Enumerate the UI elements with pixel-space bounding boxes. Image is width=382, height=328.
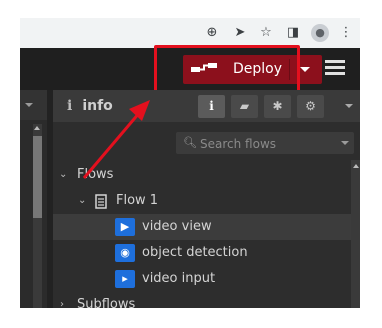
subflows-label: Subflows [77,297,136,308]
sidebar-title: i info [67,90,113,122]
more-icon[interactable]: ⋮ [337,24,355,42]
tab-config[interactable]: ⚙ [297,95,324,118]
video-view-icon: ▶ [115,218,135,236]
chevron-down-icon[interactable]: ⌄ [78,188,86,214]
sidebar-header: i info i ▰ ✱ ⚙ [53,90,360,122]
send-icon[interactable]: ➤ [231,24,249,42]
flow-1-label: Flow 1 [116,193,159,208]
node-label: object detection [142,245,248,260]
tree-row-flow-1[interactable]: ⌄ Flow 1 [53,188,351,214]
node-label: video input [142,271,216,286]
scroll-up-icon[interactable] [34,126,40,130]
chevron-right-icon[interactable]: › [60,292,64,308]
search-input[interactable] [198,134,332,154]
sidebar-scrollbar[interactable] [351,160,360,308]
tab-info[interactable]: i [198,95,225,118]
profile-icon[interactable]: ● [311,24,329,42]
star-icon[interactable]: ☆ [257,24,275,42]
search-options-caret-icon[interactable] [341,141,349,145]
hamburger-icon[interactable] [325,60,345,78]
workspace-tabs-caret-icon[interactable] [25,103,33,107]
flows-label: Flows [77,167,114,182]
sidebar-icon[interactable]: ◨ [284,24,302,42]
search-flows: 🔍︎ [176,132,354,154]
sidebar-tabs-caret-icon[interactable] [345,104,353,108]
tree-row-flows[interactable]: ⌄ Flows [53,162,351,188]
sidebar-title-text: info [82,98,113,114]
tree-row-node[interactable]: ▶ video view [53,214,351,240]
tab-help[interactable]: ▰ [231,95,258,118]
tab-debug[interactable]: ✱ [264,95,291,118]
sidebar: iinfo i ▰ ✱ ⚙ 🔍︎ ⌄ Flows ⌄ Flow 1 ▶ vide… [53,90,360,308]
object-detection-icon: ◉ [115,244,135,262]
flow-icon [95,194,107,209]
deploy-highlight-annotation [154,45,300,94]
deploy-options-caret-icon[interactable] [300,67,310,72]
workspace [20,90,47,308]
node-label: video view [142,219,212,234]
info-icon: i [67,98,73,114]
scroll-up-icon[interactable] [353,164,359,168]
tree-row-node[interactable]: ▸ video input [53,266,351,292]
tree-row-subflows[interactable]: › Subflows [53,292,351,308]
chevron-down-icon[interactable]: ⌄ [59,162,67,188]
workspace-scroll-thumb[interactable] [33,136,42,218]
tree-row-node[interactable]: ◉ object detection [53,240,351,266]
workspace-tabbar [20,90,47,120]
zoom-icon[interactable]: ⊕ [203,24,221,42]
search-icon: 🔍︎ [183,136,197,149]
video-input-icon: ▸ [115,270,135,288]
browser-toolbar: ⊕ ➤ ☆ ◨ ● ⋮ [20,18,360,48]
page-margin [0,308,382,328]
